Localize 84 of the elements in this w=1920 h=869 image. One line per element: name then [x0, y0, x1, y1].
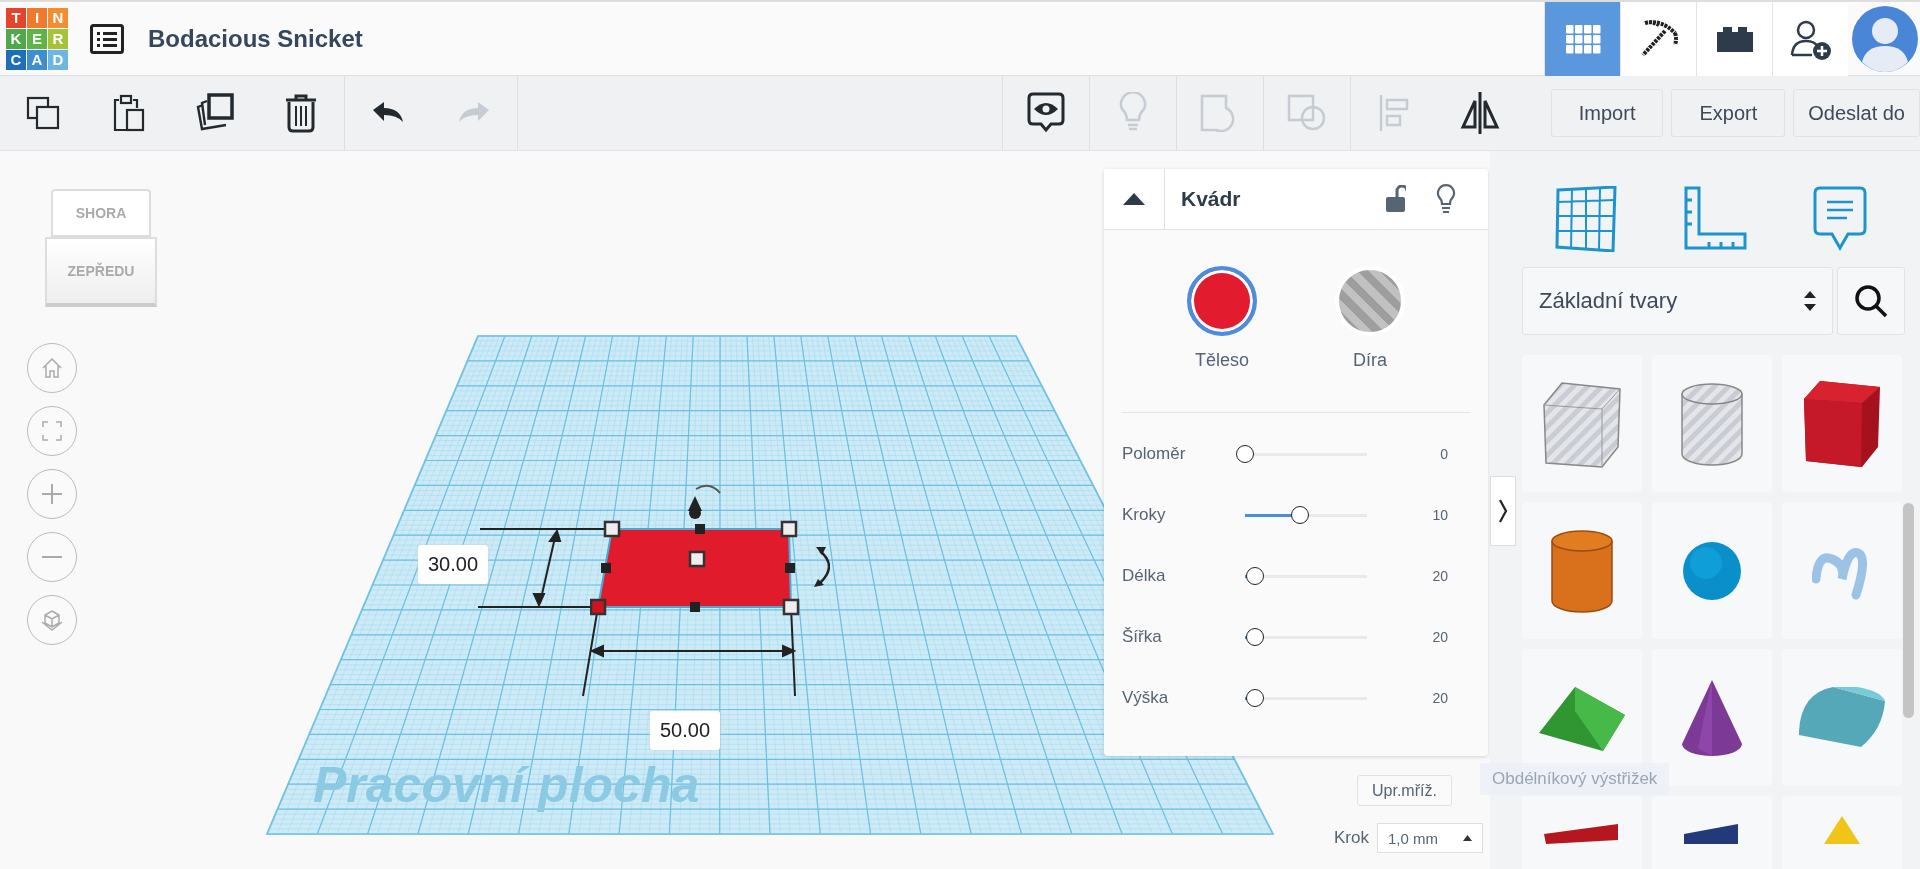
dimension-label[interactable]: 30.00: [418, 545, 489, 584]
list-icon[interactable]: [90, 23, 124, 54]
sort-arrows-icon: [1804, 290, 1816, 312]
trash-icon: [284, 93, 318, 133]
app-logo[interactable]: T I N K E R C A D: [6, 7, 68, 70]
slider-value: 20: [1431, 567, 1448, 584]
view-mode-tab[interactable]: [1696, 1, 1772, 76]
dimension-label[interactable]: 50.00: [650, 711, 721, 750]
logo-letter: T: [6, 7, 26, 28]
category-dropdown[interactable]: Základní tvary: [1522, 267, 1833, 335]
home-icon: [41, 357, 63, 379]
shape-tile[interactable]: [1652, 502, 1772, 639]
ungroup-shapes-icon: [1286, 94, 1327, 132]
collapse-button[interactable]: [1104, 169, 1165, 229]
cube-icon: [1802, 378, 1882, 469]
perspective-button[interactable]: [27, 595, 77, 645]
avatar-icon[interactable]: [1852, 5, 1918, 72]
slider-label: Šířka: [1122, 626, 1163, 647]
mirror-icon: [1459, 91, 1500, 135]
slider-label: Kroky: [1122, 504, 1167, 525]
search-icon: [1854, 284, 1888, 318]
eye-speech-bubble-icon: [1026, 92, 1065, 134]
toolbar-button[interactable]: Import: [1550, 89, 1664, 137]
expand-panel-button[interactable]: [1490, 476, 1516, 546]
plus-icon: [41, 483, 63, 505]
shape-tile[interactable]: [1782, 355, 1902, 492]
unlocked-padlock-icon[interactable]: [1386, 185, 1406, 213]
fit-frame-icon: [42, 421, 62, 441]
ruler-icon[interactable]: [1684, 186, 1748, 252]
material-label[interactable]: Těleso: [1195, 350, 1249, 371]
design-title[interactable]: Bodacious Snicket: [148, 24, 363, 53]
grid-icon[interactable]: [1554, 186, 1619, 252]
sphere-icon: [1682, 540, 1742, 601]
logo-letter: I: [27, 7, 47, 28]
copy-icon: [26, 96, 60, 130]
logo-letter: A: [27, 49, 47, 70]
slider-thumb[interactable]: [1245, 688, 1264, 707]
slider-value: 20: [1431, 689, 1448, 706]
shape-tile[interactable]: [1522, 355, 1642, 492]
slider-label: Délka: [1122, 565, 1167, 586]
view-mode-tab[interactable]: [1620, 1, 1696, 76]
search-button[interactable]: [1837, 267, 1905, 335]
logo-letter: K: [6, 28, 26, 49]
slider-label: Výška: [1122, 687, 1170, 708]
caret-icon: [1462, 835, 1472, 841]
add-user-button[interactable]: [1772, 1, 1848, 76]
align-icon: [1378, 94, 1409, 132]
shape-tile[interactable]: [1652, 355, 1772, 492]
logo-letter: N: [48, 7, 68, 28]
snap-dropdown[interactable]: 1,0 mm: [1376, 823, 1483, 853]
shape-tile[interactable]: [1522, 502, 1642, 639]
logo-letter: E: [27, 28, 47, 49]
slider-value: 20: [1431, 628, 1448, 645]
logo-letter: D: [48, 49, 68, 70]
striped-cylinder-icon: [1680, 381, 1744, 466]
slider-thumb[interactable]: [1245, 627, 1264, 646]
shape-tile[interactable]: [1782, 649, 1902, 786]
note-bubble-icon[interactable]: [1813, 186, 1868, 252]
toolbar-button[interactable]: Export: [1671, 89, 1786, 137]
zoom-in-button[interactable]: [27, 469, 77, 519]
shape-tile[interactable]: [1782, 502, 1902, 639]
logo-letter: C: [6, 49, 26, 70]
cube-icon: [40, 608, 64, 632]
minus-icon: [41, 555, 63, 559]
slider-thumb[interactable]: [1290, 505, 1309, 524]
clipboard-icon: [113, 94, 145, 132]
logo-letter: R: [48, 28, 68, 49]
shape-tooltip: Obdélníkový výstřižek: [1480, 763, 1670, 795]
cylinder-icon: [1550, 528, 1614, 613]
duplicate-icon: [195, 93, 235, 133]
lightbulb-icon[interactable]: [1436, 184, 1456, 214]
slider-value: 10: [1431, 506, 1448, 523]
pyramid-icon: [1822, 814, 1862, 844]
scrollbar[interactable]: [1903, 503, 1914, 718]
slider-thumb[interactable]: [1245, 566, 1264, 585]
edit-grid-button[interactable]: Upr.mříž.: [1357, 775, 1452, 806]
chevron-right-icon: [1498, 498, 1508, 524]
toolbar-button[interactable]: Odeslat do: [1793, 89, 1920, 137]
slider-value: 0: [1439, 445, 1448, 462]
caret-icon: [1123, 193, 1145, 205]
snap-label: Krok: [1334, 828, 1369, 848]
material-label[interactable]: Díra: [1353, 350, 1387, 371]
slider-label: Poloměr: [1122, 443, 1187, 464]
slider-thumb[interactable]: [1236, 444, 1254, 463]
